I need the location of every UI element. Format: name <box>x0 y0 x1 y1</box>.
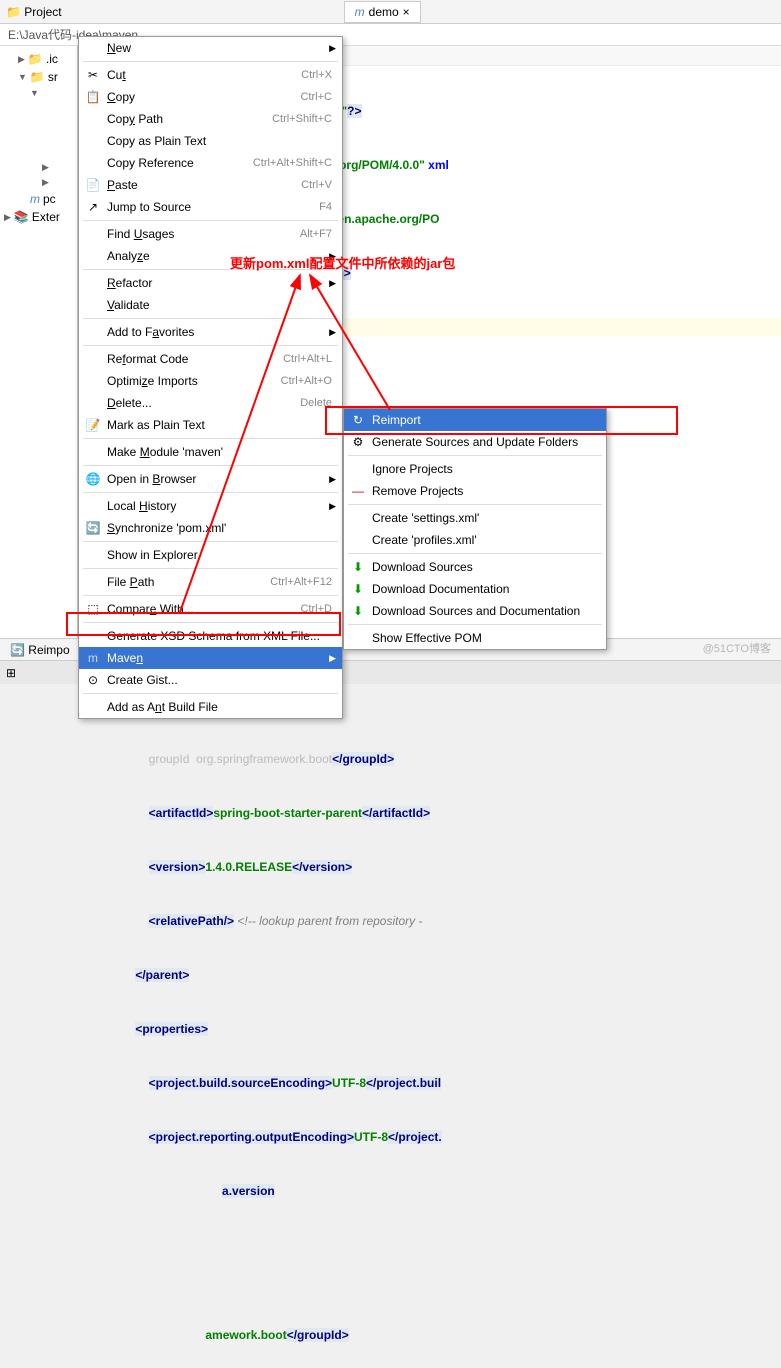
top-bar: 📁 Project m demo × <box>0 0 781 24</box>
menu-validate[interactable]: Validate <box>79 294 342 316</box>
menu-local-history[interactable]: Local History▶ <box>79 495 342 517</box>
menu-reformat[interactable]: Reformat CodeCtrl+Alt+L <box>79 348 342 370</box>
github-icon: ⊙ <box>85 673 101 687</box>
remove-icon: — <box>350 484 366 498</box>
menu-dl-doc[interactable]: ⬇Download Documentation <box>344 578 606 600</box>
text-icon: 📝 <box>85 418 101 432</box>
sync-icon: 🔄 <box>85 521 101 535</box>
jump-icon: ↗ <box>85 200 101 214</box>
editor-tab-demo[interactable]: m demo × <box>344 1 421 23</box>
menu-open-browser[interactable]: 🌐Open in Browser▶ <box>79 468 342 490</box>
menu-ignore[interactable]: Ignore Projects <box>344 458 606 480</box>
menu-optimize[interactable]: Optimize ImportsCtrl+Alt+O <box>79 370 342 392</box>
menu-copy[interactable]: 📋CopyCtrl+C <box>79 86 342 108</box>
menu-copy-ref[interactable]: Copy ReferenceCtrl+Alt+Shift+C <box>79 152 342 174</box>
reimport-icon: ↻ <box>350 413 366 427</box>
menu-reimport[interactable]: ↻Reimport <box>344 409 606 431</box>
context-menu-maven: ↻Reimport ⚙Generate Sources and Update F… <box>343 408 607 650</box>
menu-make-module[interactable]: Make Module 'maven' <box>79 441 342 463</box>
menu-gen-sources[interactable]: ⚙Generate Sources and Update Folders <box>344 431 606 453</box>
menu-show-explorer[interactable]: Show in Explorer <box>79 544 342 566</box>
browser-icon: 🌐 <box>85 472 101 486</box>
menu-find-usages[interactable]: Find UsagesAlt+F7 <box>79 223 342 245</box>
menu-mark-plain[interactable]: 📝Mark as Plain Text <box>79 414 342 436</box>
annotation-text: 更新pom.xml配置文件中所依赖的jar包 <box>230 253 455 272</box>
windows-start-icon[interactable]: ⊞ <box>6 666 16 680</box>
cut-icon: ✂ <box>85 68 101 82</box>
context-menu-main: New▶ ✂CutCtrl+X 📋CopyCtrl+C Copy PathCtr… <box>78 36 343 719</box>
menu-file-path[interactable]: File PathCtrl+Alt+F12 <box>79 571 342 593</box>
menu-paste[interactable]: 📄PasteCtrl+V <box>79 174 342 196</box>
menu-refactor[interactable]: Refactor▶ <box>79 272 342 294</box>
menu-show-pom[interactable]: Show Effective POM <box>344 627 606 649</box>
download-icon: ⬇ <box>350 582 366 596</box>
menu-jump[interactable]: ↗Jump to SourceF4 <box>79 196 342 218</box>
maven-icon: m <box>85 651 101 665</box>
menu-copy-plain[interactable]: Copy as Plain Text <box>79 130 342 152</box>
compare-icon: ⬚ <box>85 602 101 616</box>
menu-cut[interactable]: ✂CutCtrl+X <box>79 64 342 86</box>
menu-add-ant[interactable]: Add as Ant Build File <box>79 696 342 718</box>
menu-new[interactable]: New▶ <box>79 37 342 59</box>
copy-icon: 📋 <box>85 90 101 104</box>
download-icon: ⬇ <box>350 604 366 618</box>
watermark: @51CTO博客 <box>703 640 771 656</box>
menu-dl-both[interactable]: ⬇Download Sources and Documentation <box>344 600 606 622</box>
menu-create-gist[interactable]: ⊙Create Gist... <box>79 669 342 691</box>
generate-icon: ⚙ <box>350 435 366 449</box>
download-icon: ⬇ <box>350 560 366 574</box>
menu-sync[interactable]: 🔄Synchronize 'pom.xml' <box>79 517 342 539</box>
menu-create-settings[interactable]: Create 'settings.xml' <box>344 507 606 529</box>
project-tree[interactable]: ▶📁.ic ▼📁sr ▼ ▶ ▶ m pc ▶ 📚 Exter <box>0 46 78 660</box>
menu-create-profiles[interactable]: Create 'profiles.xml' <box>344 529 606 551</box>
menu-add-favorites[interactable]: Add to Favorites▶ <box>79 321 342 343</box>
menu-delete[interactable]: Delete...Delete <box>79 392 342 414</box>
paste-icon: 📄 <box>85 178 101 192</box>
menu-gen-xsd[interactable]: Generate XSD Schema from XML File... <box>79 625 342 647</box>
menu-maven[interactable]: mMaven▶ <box>79 647 342 669</box>
menu-copy-path[interactable]: Copy PathCtrl+Shift+C <box>79 108 342 130</box>
menu-remove[interactable]: —Remove Projects <box>344 480 606 502</box>
menu-dl-sources[interactable]: ⬇Download Sources <box>344 556 606 578</box>
project-tool-label[interactable]: 📁 Project <box>6 5 62 19</box>
menu-compare[interactable]: ⬚Compare With...Ctrl+D <box>79 598 342 620</box>
